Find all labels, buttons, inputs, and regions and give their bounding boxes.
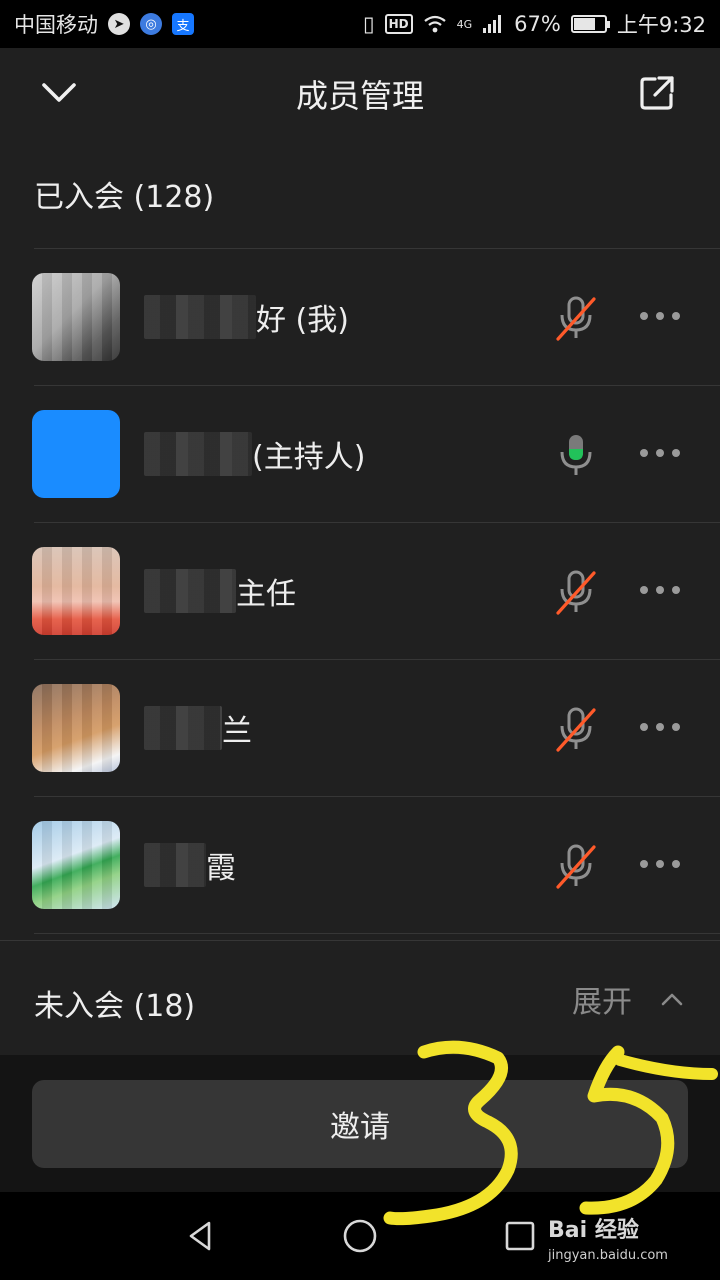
member-row[interactable]: 霞: [32, 797, 720, 934]
redacted-name-mosaic: [144, 569, 236, 613]
watermark-brand: Bai 经验: [548, 1218, 639, 1243]
member-name-wrap: 霞: [144, 843, 236, 887]
member-name: (主持人): [252, 440, 366, 475]
watermark-url: jingyan.baidu.com: [548, 1248, 668, 1263]
mic-muted-icon[interactable]: [554, 569, 598, 615]
member-name-wrap: 主任: [144, 569, 296, 613]
member-row[interactable]: 兰: [32, 660, 720, 797]
member-list: 好 (我) (主持人) 主任 兰 霞: [0, 249, 720, 934]
collapse-button[interactable]: [34, 68, 84, 118]
avatar: [32, 410, 120, 498]
redacted-name-mosaic: [144, 843, 206, 887]
status-bar: 中国移动 ➤ ◎ 支 ▯ HD 4G 67% 上午9:32: [0, 0, 720, 48]
not-joined-section[interactable]: 未入会 (18) 展开: [0, 940, 720, 1055]
avatar: [32, 821, 120, 909]
nav-home-button[interactable]: [338, 1214, 382, 1258]
mic-muted-icon[interactable]: [554, 843, 598, 889]
joined-section-title: 已入会 (128): [34, 180, 215, 215]
member-content: 已入会 (128) 好 (我) (主持人) 主任 兰 霞 未入会 (18) 展开: [0, 140, 720, 1055]
home-circle-icon: [343, 1219, 377, 1253]
network-type: 4G: [456, 17, 473, 31]
external-link-icon: [640, 76, 674, 110]
carrier-label: 中国移动: [14, 13, 98, 37]
mic-muted-icon[interactable]: [554, 706, 598, 752]
share-out-button[interactable]: [632, 68, 682, 118]
status-bar-right: ▯ HD 4G 67% 上午9:32: [363, 9, 706, 39]
avatar: [32, 273, 120, 361]
status-bar-left: 中国移动 ➤ ◎ 支: [14, 9, 194, 39]
redacted-name-mosaic: [144, 706, 222, 750]
member-name: 兰: [222, 714, 252, 749]
wifi-icon: [423, 15, 446, 33]
member-name: 好 (我): [256, 303, 349, 338]
battery-icon: [570, 15, 610, 33]
member-row[interactable]: 主任: [32, 523, 720, 660]
nav-back-button[interactable]: [178, 1214, 222, 1258]
expand-toggle[interactable]: 展开: [572, 977, 684, 1021]
chevron-down-icon: [42, 83, 76, 102]
member-name: 霞: [206, 851, 236, 886]
baidu-jingyan-watermark: Bai 经验 jingyan.baidu.com: [548, 1212, 668, 1263]
chevron-up-icon: [661, 993, 683, 1006]
bottom-bar: 邀请: [0, 1055, 720, 1192]
more-options-button[interactable]: [640, 712, 680, 742]
more-options-button[interactable]: [640, 575, 680, 605]
browser-icon: ◎: [140, 13, 162, 35]
invite-button[interactable]: 邀请: [32, 1080, 688, 1168]
redacted-name-mosaic: [144, 295, 256, 339]
mic-muted-icon[interactable]: [554, 295, 598, 341]
member-name-wrap: 好 (我): [144, 295, 349, 339]
signal-icon: [483, 15, 502, 33]
not-joined-title: 未入会 (18): [34, 989, 196, 1024]
more-options-button[interactable]: [640, 438, 680, 468]
member-row[interactable]: (主持人): [32, 386, 720, 523]
vibrate-icon: ▯: [363, 12, 375, 36]
battery-percent: 67%: [514, 12, 561, 36]
member-name-wrap: 兰: [144, 706, 252, 750]
back-triangle-icon: [189, 1221, 211, 1251]
app-header: 成员管理: [0, 48, 720, 140]
more-options-button[interactable]: [640, 849, 680, 879]
clock: 上午9:32: [616, 13, 706, 37]
expand-label: 展开: [572, 985, 632, 1020]
alipay-icon: 支: [172, 13, 194, 35]
redacted-name-mosaic: [144, 432, 252, 476]
more-options-button[interactable]: [640, 301, 680, 331]
avatar: [32, 547, 120, 635]
nav-recents-button[interactable]: [498, 1214, 542, 1258]
member-name: 主任: [236, 577, 296, 612]
avatar: [32, 684, 120, 772]
member-name-wrap: (主持人): [144, 432, 365, 476]
page-title: 成员管理: [295, 77, 424, 115]
mic-active-icon[interactable]: [554, 432, 598, 478]
hd-badge: HD: [384, 14, 413, 34]
recents-square-icon: [505, 1221, 535, 1251]
member-row[interactable]: 好 (我): [32, 249, 720, 386]
paper-plane-icon: ➤: [108, 13, 130, 35]
